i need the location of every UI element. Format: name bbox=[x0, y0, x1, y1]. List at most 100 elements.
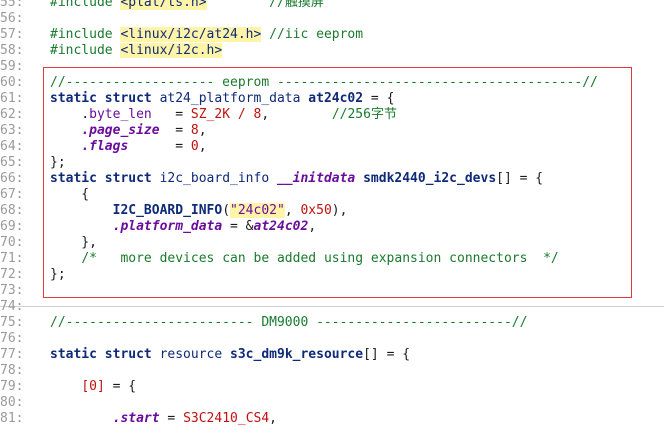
line-number: 57: bbox=[0, 27, 24, 42]
code-token: at24c02 bbox=[308, 91, 364, 106]
code-token: static struct bbox=[50, 91, 160, 106]
line-number: 63: bbox=[0, 123, 24, 138]
line-number: 56: bbox=[0, 11, 24, 26]
code-text: //------------------------ DM9000 ------… bbox=[50, 315, 527, 331]
code-token: [] = { bbox=[363, 347, 411, 362]
code-token: = bbox=[151, 107, 191, 122]
line-number: 58: bbox=[0, 43, 24, 58]
code-token: , bbox=[198, 139, 207, 154]
code-token: , bbox=[261, 107, 332, 122]
line-number: 62: bbox=[0, 107, 24, 122]
code-text: .start = S3C2410_CS4, bbox=[50, 411, 277, 427]
line-number: 66: bbox=[0, 171, 24, 186]
code-text: .page_size = 8, bbox=[50, 123, 207, 139]
code-token: 0 bbox=[190, 139, 199, 154]
code-text: I2C_BOARD_INFO("24c02", 0x50), bbox=[50, 203, 347, 219]
code-token: = { bbox=[104, 379, 137, 394]
code-text: }; bbox=[50, 267, 66, 283]
code-token: }; bbox=[50, 267, 66, 282]
code-token: .platform_data bbox=[112, 219, 223, 234]
code-token: at24c02 bbox=[253, 219, 309, 234]
code-token: ), bbox=[331, 203, 348, 218]
code-token: //256字节 bbox=[331, 107, 397, 122]
code-token: //iic eeprom bbox=[261, 27, 364, 42]
code-token: , bbox=[198, 123, 207, 138]
code-token: //------------------- eeprom -----------… bbox=[50, 75, 598, 90]
code-token: [0] bbox=[81, 379, 105, 394]
divider bbox=[0, 306, 664, 307]
code-text: #include <linux/i2c/at24.h> //iic eeprom bbox=[50, 27, 363, 43]
code-text: static struct resource s3c_dm9k_resource… bbox=[50, 347, 410, 363]
line-number: 68: bbox=[0, 203, 24, 218]
code-text: //------------------- eeprom -----------… bbox=[50, 75, 598, 91]
code-editor[interactable]: 55: #include <plat/ts.h> //触摸屏 56: 57: #incl… bbox=[0, 0, 664, 427]
line-number: 79: bbox=[0, 379, 24, 394]
code-text: [0] = { bbox=[50, 379, 136, 395]
code-token: static struct bbox=[50, 171, 160, 186]
code-token: //------------------------ DM9000 ------… bbox=[50, 315, 528, 330]
line-number: 69: bbox=[0, 219, 24, 234]
line-number: 77: bbox=[0, 347, 24, 362]
code-text: }, bbox=[50, 235, 97, 251]
line-number: 60: bbox=[0, 75, 24, 90]
code-token: <linux/i2c.h> bbox=[120, 43, 223, 58]
code-text: }; bbox=[50, 155, 66, 171]
code-token: "24c02" bbox=[230, 203, 285, 218]
code-token: I2C_BOARD_INFO bbox=[112, 203, 223, 218]
line-number: 75: bbox=[0, 315, 24, 330]
code-text: #include <linux/i2c.h> bbox=[50, 43, 223, 59]
code-token: __initdata bbox=[276, 171, 356, 186]
line-number: 81: bbox=[0, 411, 24, 426]
line-number: 80: bbox=[0, 395, 24, 410]
code-token: byte_len bbox=[89, 107, 152, 122]
code-token: static struct bbox=[50, 347, 160, 362]
code-token: <plat/ts.h> bbox=[120, 0, 207, 10]
line-number: 67: bbox=[0, 187, 24, 202]
line-number: 72: bbox=[0, 267, 24, 282]
line-number: 71: bbox=[0, 251, 24, 266]
code-token: . bbox=[50, 107, 90, 122]
code-token: , bbox=[308, 219, 317, 234]
code-token: .flags bbox=[81, 139, 129, 154]
code-token: 8 bbox=[190, 123, 199, 138]
code-text: /* more devices can be added using expan… bbox=[50, 251, 559, 267]
line-number: 74: bbox=[0, 299, 24, 314]
code-token: [] = { bbox=[496, 171, 544, 186]
code-text: static struct i2c_board_info __initdata … bbox=[50, 171, 543, 187]
code-token: { bbox=[50, 187, 90, 202]
line-number: 73: bbox=[0, 283, 24, 298]
code-token: #include bbox=[50, 0, 121, 10]
code-text: .platform_data = &at24c02, bbox=[50, 219, 317, 235]
code-token: }, bbox=[50, 235, 97, 250]
line-number: 76: bbox=[0, 331, 24, 346]
line-number: 65: bbox=[0, 155, 24, 170]
code-token: /* more devices can be added using expan… bbox=[81, 251, 559, 266]
code-token: //触摸屏 bbox=[206, 0, 324, 10]
code-token: = & bbox=[222, 219, 254, 234]
code-token: }; bbox=[50, 155, 66, 170]
code-token: = { bbox=[363, 91, 395, 106]
code-token: i2c_board_info bbox=[159, 171, 277, 186]
code-text: { bbox=[50, 187, 89, 203]
code-token: = bbox=[159, 123, 191, 138]
code-token: , bbox=[284, 203, 301, 218]
code-text: #include <plat/ts.h> //触摸屏 bbox=[50, 0, 324, 11]
line-number: 55: bbox=[0, 0, 24, 10]
code-token: = bbox=[128, 139, 191, 154]
code-token: #include bbox=[50, 43, 121, 58]
code-text: .flags = 0, bbox=[50, 139, 207, 155]
code-token: SZ_2K / 8 bbox=[190, 107, 262, 122]
code-token: #include bbox=[50, 27, 121, 42]
code-token: <linux/i2c/at24.h> bbox=[120, 27, 262, 42]
line-number: 61: bbox=[0, 91, 24, 106]
line-number: 70: bbox=[0, 235, 24, 250]
code-text: .byte_len = SZ_2K / 8, //256字节 bbox=[50, 107, 397, 123]
code-token: .page_size bbox=[81, 123, 160, 138]
code-text: static struct at24_platform_data at24c02… bbox=[50, 91, 394, 107]
